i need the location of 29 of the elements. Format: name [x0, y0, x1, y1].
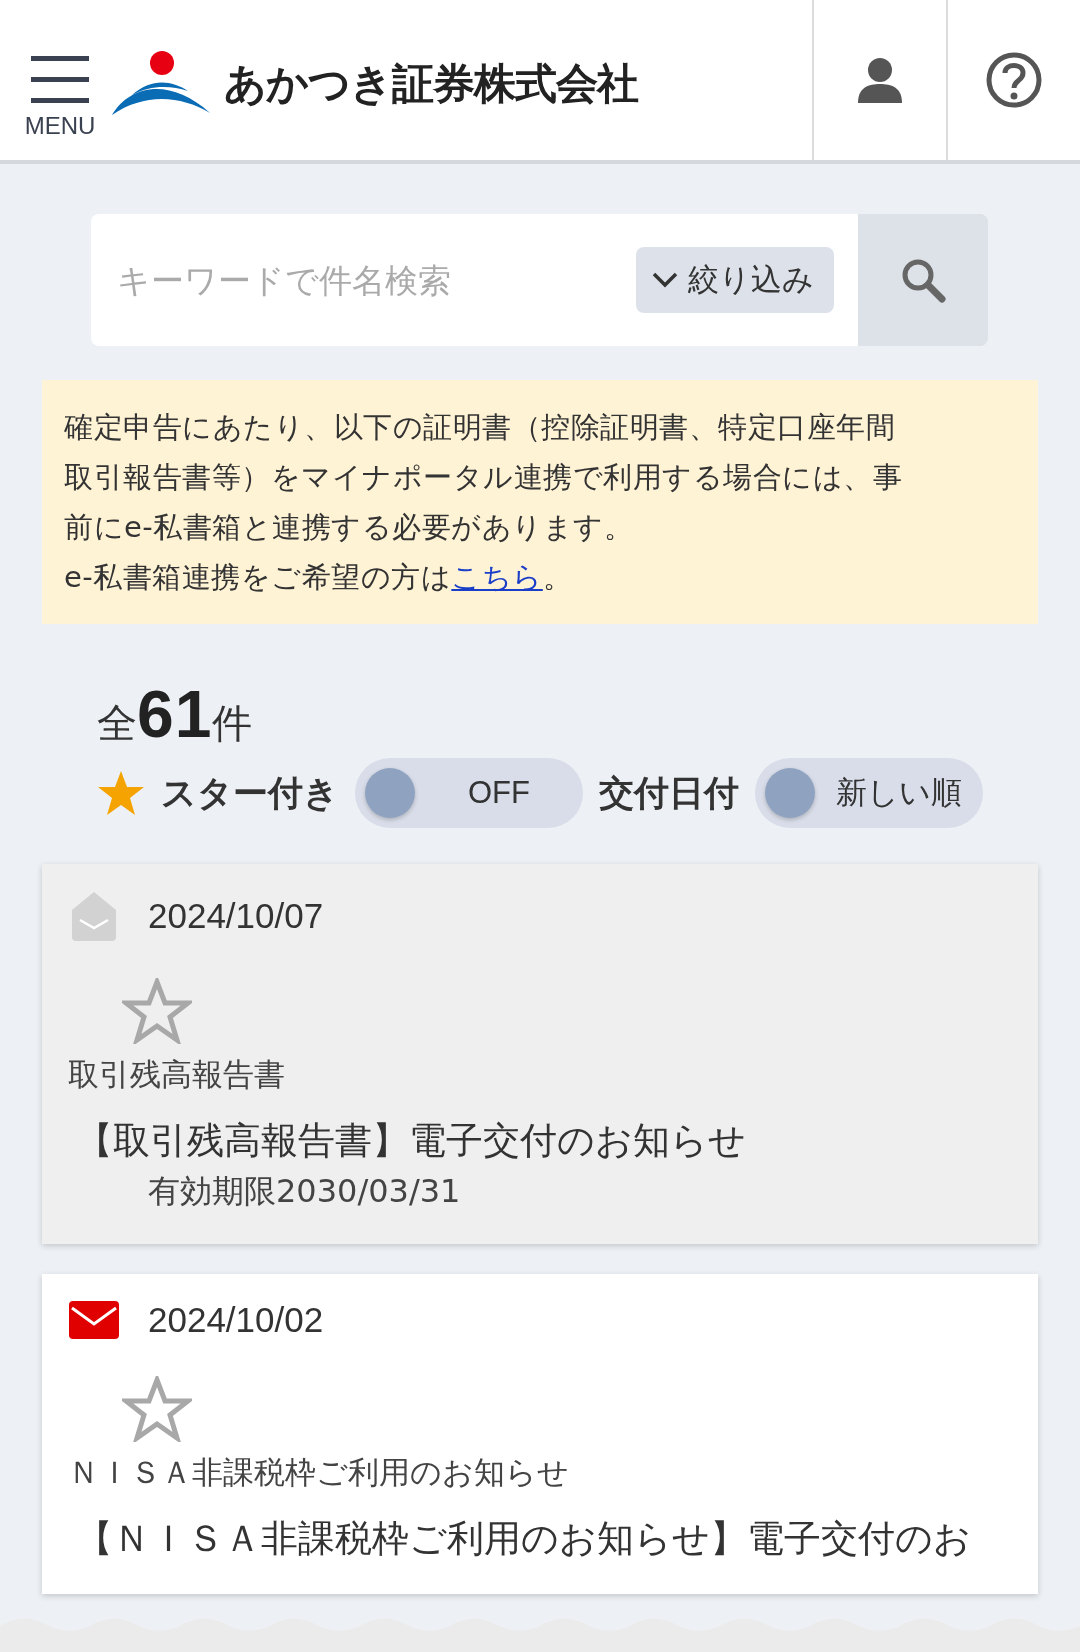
- here-link[interactable]: こちら: [451, 560, 543, 594]
- chevron-down-icon: [652, 271, 678, 289]
- document-category: 取引残高報告書: [68, 1055, 285, 1094]
- help-icon: [985, 51, 1043, 109]
- toggle-switch[interactable]: OFF: [355, 758, 583, 828]
- search-field[interactable]: キーワードで件名検索 絞り込み: [91, 214, 858, 346]
- star-outline-icon[interactable]: [122, 978, 192, 1044]
- menu-icon: [31, 54, 89, 104]
- search-icon: [900, 257, 946, 303]
- toggle-switch[interactable]: 新しい順: [755, 758, 983, 828]
- document-date: 2024/10/07: [148, 896, 324, 936]
- star-icon: [97, 770, 145, 816]
- expiry-date: 有効期限2030/03/31: [148, 1171, 461, 1212]
- star-outline-icon[interactable]: [122, 1376, 192, 1442]
- document-title: 【ＮＩＳＡ非課税枠ご利用のお知らせ】電子交付のお: [76, 1516, 971, 1562]
- document-card[interactable]: 2024/10/02 ＮＩＳＡ非課税枠ご利用のお知らせ 【ＮＩＳＡ非課税枠ご利用のお知らせ】電子交付のお: [42, 1274, 1038, 1594]
- result-count: 全61件: [97, 676, 253, 753]
- document-date: 2024/10/02: [148, 1300, 324, 1340]
- menu-button[interactable]: MENU: [0, 0, 110, 160]
- filter-label: スター付き: [161, 771, 339, 815]
- brand-name: あかつき証券株式会社: [224, 58, 638, 110]
- notice-text: 確定申告にあたり、以下の証明書（控除証明書、特定口座年間 取引報告書等）をマイナポータル連携で利用する場合には、事 前にe-私書箱と連携する必要があります。 e-私書箱連携をご希望の方は こちら。: [64, 409, 903, 596]
- person-icon: [857, 57, 903, 103]
- filter-button[interactable]: 絞り込み: [636, 247, 834, 313]
- search-button[interactable]: [858, 214, 988, 346]
- document-category: ＮＩＳＡ非課税枠ご利用のお知らせ: [68, 1453, 569, 1492]
- sort-label: 交付日付: [599, 771, 739, 815]
- document-card[interactable]: 2024/10/07 取引残高報告書 【取引残高報告書】電子交付のお知らせ 有効期限2030/03/31: [42, 864, 1038, 1244]
- document-title: 【取引残高報告書】電子交付のお知らせ: [76, 1118, 746, 1164]
